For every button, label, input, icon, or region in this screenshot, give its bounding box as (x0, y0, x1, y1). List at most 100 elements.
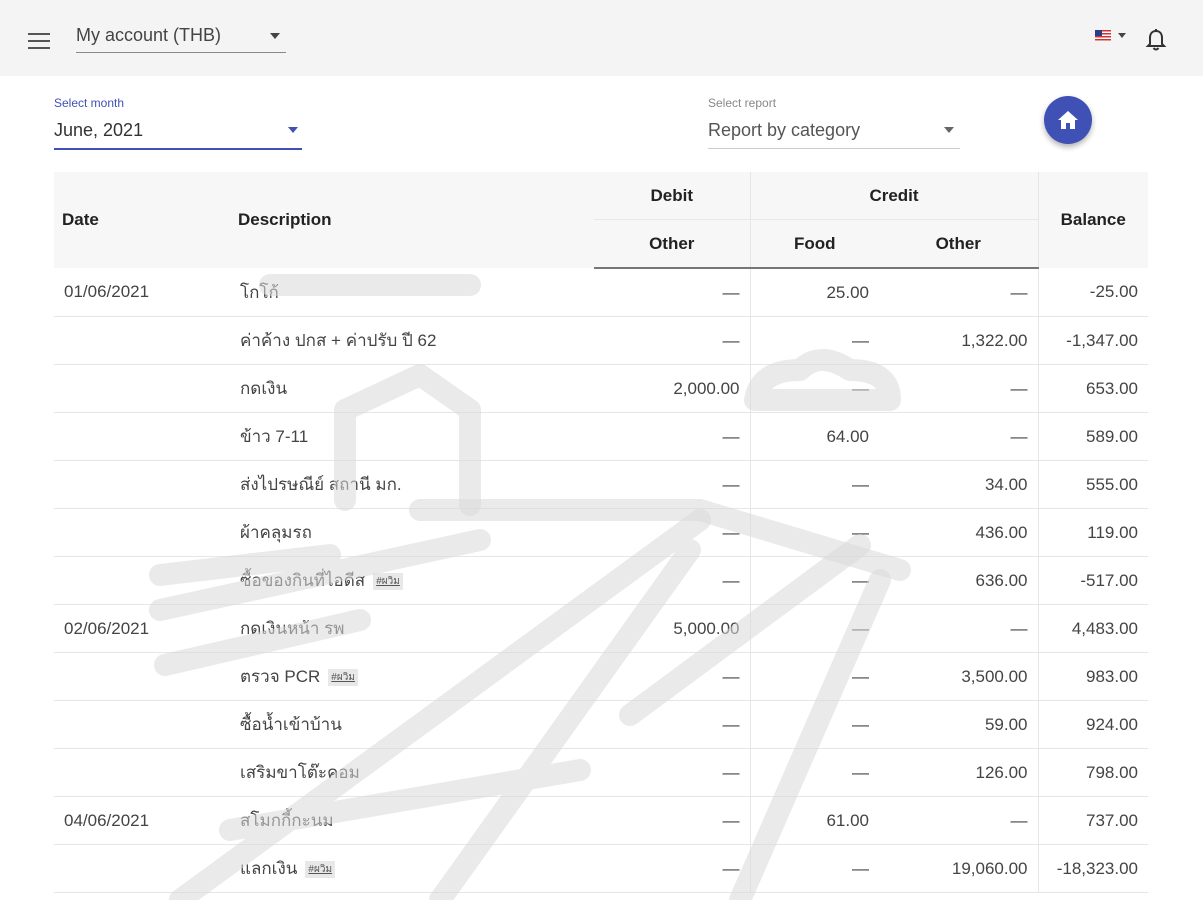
table-row: ค่าค้าง ปกส + ค่าปรับ ปี 62 — — 1,322.00 -1,… (54, 316, 1148, 365)
cell-credit-food-text: — (852, 714, 869, 734)
cell-credit-food-text: 61.00 (826, 810, 869, 830)
cell-balance-text: 555.00 (1086, 474, 1138, 494)
cell-debit-other: — (594, 460, 751, 509)
menu-icon[interactable] (28, 33, 50, 49)
cell-date: 04/06/2021 (54, 796, 230, 845)
cell-credit-food: 64.00 (750, 412, 879, 461)
cell-credit-other-text: — (1010, 282, 1028, 302)
cell-balance: -25.00 (1038, 268, 1148, 317)
cell-description-text: กดเงินหน้า รพ (240, 619, 345, 638)
column-header-balance: Balance (1038, 172, 1148, 268)
cell-date-text: 02/06/2021 (64, 618, 150, 638)
cell-balance: 589.00 (1038, 412, 1148, 461)
cell-credit-food: — (750, 604, 879, 653)
cell-credit-food-text: — (852, 474, 869, 494)
cell-balance: 119.00 (1038, 508, 1148, 557)
report-select[interactable]: Report by category (708, 114, 960, 149)
home-icon (1058, 111, 1078, 129)
cell-debit-other: — (594, 412, 751, 461)
month-select-value: June, 2021 (54, 120, 144, 140)
table-row: ซื้อน้ำเข้าบ้าน — — 59.00 924.00 (54, 700, 1148, 749)
cell-debit-other: — (594, 316, 751, 365)
table-row: ตรวจ PCR #ผวิม — — 3,500.00 983.00 (54, 652, 1148, 701)
report-table: Date Description Debit Credit Balance Ot… (54, 172, 1148, 893)
cell-credit-food-text: — (852, 858, 869, 878)
cell-credit-other: 34.00 (879, 460, 1039, 509)
cell-balance-text: 119.00 (1087, 522, 1138, 542)
report-select-caption: Select report (708, 96, 777, 110)
table-row: ซื้อของกินที่ไอดีส #ผวิม — — 636.00 -517.00 (54, 556, 1148, 605)
bell-icon[interactable] (1145, 28, 1167, 52)
cell-credit-food: — (750, 748, 879, 797)
table-row: แลกเงิน #ผวิม — — 19,060.00 -18,323.00 (54, 844, 1148, 893)
cell-debit-other: — (594, 748, 751, 797)
home-button[interactable] (1044, 96, 1092, 144)
column-header-debit: Debit (594, 172, 751, 220)
us-flag-icon[interactable] (1095, 30, 1111, 41)
hashtag-badge[interactable]: #ผวิม (305, 861, 336, 879)
cell-credit-other: 436.00 (879, 508, 1039, 557)
cell-credit-food-text: — (852, 330, 869, 350)
column-header-date: Date (54, 172, 230, 268)
cell-credit-food-text: 25.00 (826, 282, 869, 302)
cell-date (54, 700, 230, 749)
chevron-down-icon[interactable] (1118, 33, 1126, 38)
cell-date-text: 01/06/2021 (64, 282, 150, 301)
cell-debit-other: — (594, 652, 751, 701)
table-row: 02/06/2021 กดเงินหน้า รพ 5,000.00 — — 4,483.0… (54, 604, 1148, 653)
hashtag-badge[interactable]: #ผวิม (328, 669, 358, 687)
cell-date (54, 316, 230, 365)
cell-balance: -18,323.00 (1038, 844, 1148, 893)
cell-debit-other-text: 5,000.00 (673, 618, 740, 638)
cell-credit-other-text: 1,322.00 (961, 330, 1028, 350)
cell-description: ค่าค้าง ปกส + ค่าปรับ ปี 62 (230, 316, 594, 365)
cell-credit-other: — (879, 412, 1039, 461)
table-row: เสริมขาโต๊ะคอม — — 126.00 798.00 (54, 748, 1148, 797)
cell-date (54, 844, 230, 893)
cell-description-text: ซื้อของกินที่ไอดีส (240, 571, 366, 590)
cell-description-text: ข้าว 7-11 (240, 427, 309, 446)
cell-description: ส่งไปรษณีย์ สถานี มก. (230, 460, 594, 509)
cell-debit-other-text: 2,000.00 (673, 378, 740, 398)
cell-debit-other-text: — (722, 762, 740, 782)
column-header-credit-food: Food (750, 219, 879, 269)
cell-credit-food: — (750, 844, 879, 893)
cell-credit-food: 61.00 (750, 796, 879, 845)
cell-debit-other: 2,000.00 (594, 364, 751, 413)
chevron-down-icon (270, 33, 280, 39)
cell-credit-other-text: 34.00 (984, 474, 1028, 494)
cell-balance-text: 798.00 (1086, 762, 1138, 782)
cell-credit-other-text: — (1010, 810, 1028, 830)
hashtag-badge[interactable]: #ผวิม (373, 573, 403, 591)
cell-credit-other: 636.00 (879, 556, 1039, 605)
cell-balance: 983.00 (1038, 652, 1148, 701)
cell-credit-food-text: — (852, 522, 869, 542)
cell-credit-food: — (750, 508, 879, 557)
cell-debit-other-text: — (722, 330, 740, 350)
cell-balance-text: -517.00 (1080, 570, 1138, 590)
table-row: กดเงิน 2,000.00 — — 653.00 (54, 364, 1148, 413)
cell-credit-other: 3,500.00 (879, 652, 1039, 701)
cell-description-text: ตรวจ PCR (240, 667, 321, 686)
table-row: 01/06/2021 โกโก้ — 25.00 — -25.00 (54, 268, 1148, 317)
cell-date (54, 364, 230, 413)
cell-debit-other-text: — (722, 666, 740, 686)
cell-balance-text: 924.00 (1086, 714, 1138, 734)
account-select[interactable]: My account (THB) (76, 22, 286, 53)
cell-date (54, 508, 230, 557)
cell-description: ซื้อน้ำเข้าบ้าน (230, 700, 594, 749)
cell-date (54, 748, 230, 797)
cell-balance: -517.00 (1038, 556, 1148, 605)
cell-credit-other-text: 3,500.00 (961, 666, 1028, 686)
cell-debit-other: — (594, 508, 751, 557)
cell-date (54, 460, 230, 509)
cell-balance-text: 4,483.00 (1071, 618, 1138, 638)
chevron-down-icon (288, 127, 298, 133)
cell-description: เสริมขาโต๊ะคอม (230, 748, 594, 797)
cell-balance-text: -1,347.00 (1066, 330, 1138, 350)
cell-credit-other: 126.00 (879, 748, 1039, 797)
cell-credit-food: — (750, 316, 879, 365)
month-select[interactable]: June, 2021 (54, 114, 302, 150)
cell-balance: 653.00 (1038, 364, 1148, 413)
cell-description-text: ค่าค้าง ปกส + ค่าปรับ ปี 62 (240, 331, 437, 350)
